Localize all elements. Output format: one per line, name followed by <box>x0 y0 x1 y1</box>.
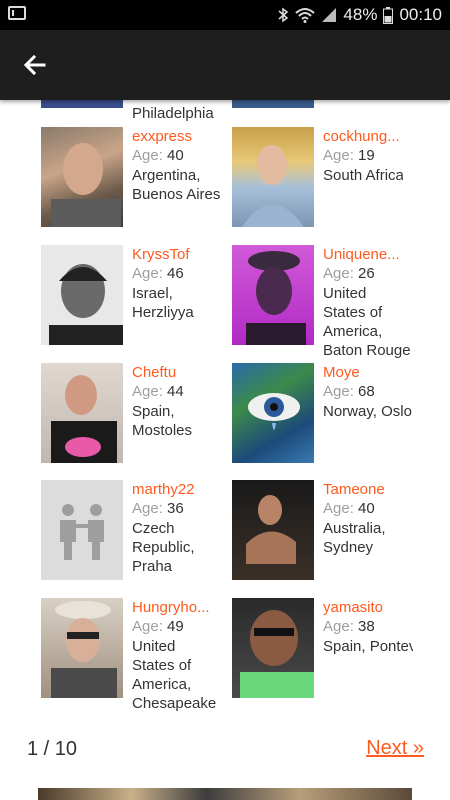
username[interactable]: Moye <box>323 364 412 381</box>
user-card[interactable]: Uniquene... Age: 26 United States of Ame… <box>232 245 412 359</box>
back-button[interactable] <box>20 50 50 80</box>
profile-photo[interactable] <box>232 598 314 698</box>
age-row: Age: 40 <box>132 147 184 164</box>
profile-photo[interactable] <box>232 245 314 345</box>
battery-icon <box>383 6 394 24</box>
username[interactable]: Cheftu <box>132 364 221 381</box>
username[interactable]: Tameone <box>323 481 412 498</box>
user-card[interactable]: marthy22 Age: 36 Czech Republic, Praha <box>41 480 221 590</box>
status-bar: 48% 00:10 <box>0 0 450 30</box>
clock: 00:10 <box>399 5 442 24</box>
profile-photo[interactable] <box>41 363 123 463</box>
pagination: 1 / 10 Next » <box>0 730 450 770</box>
age-value: 26 <box>358 265 375 282</box>
partial-photo <box>41 100 123 108</box>
age-value: 40 <box>167 147 184 164</box>
age-value: 38 <box>358 618 375 635</box>
user-card[interactable]: exxpress Age: 40 Argentina, Buenos Aires <box>41 127 221 237</box>
location: United States of America, Chesapeake <box>132 638 217 712</box>
age-row: Age: 49 <box>132 618 184 635</box>
location: Spain, Pontevedra <box>323 638 413 655</box>
age-row: Age: 36 <box>132 500 184 517</box>
age-label: Age: <box>132 500 163 517</box>
location: United States of America, Baton Rouge <box>323 285 411 359</box>
age-row: Age: 68 <box>323 383 375 400</box>
age-row: Age: 19 <box>323 147 375 164</box>
user-card[interactable]: Cheftu Age: 44 Spain, Mostoles <box>41 363 221 473</box>
age-label: Age: <box>323 147 354 164</box>
age-value: 49 <box>167 618 184 635</box>
profile-photo[interactable] <box>41 598 123 698</box>
age-label: Age: <box>323 500 354 517</box>
user-card[interactable]: Hungryho... Age: 49 United States of Ame… <box>41 598 221 712</box>
age-row: Age: 38 <box>323 618 375 635</box>
gmail-icon <box>8 6 26 20</box>
profile-photo[interactable] <box>232 127 314 227</box>
page-indicator: 1 / 10 <box>27 738 78 760</box>
location: Argentina, Buenos Aires <box>132 167 221 203</box>
next-page-link[interactable]: Next » <box>366 737 424 760</box>
age-value: 46 <box>167 265 184 282</box>
age-label: Age: <box>132 618 163 635</box>
username[interactable]: yamasito <box>323 599 412 616</box>
arrow-left-icon <box>23 54 46 76</box>
age-label: Age: <box>132 383 163 400</box>
bluetooth-icon <box>278 7 289 23</box>
wifi-icon <box>295 8 316 23</box>
profile-photo[interactable] <box>232 363 314 463</box>
age-value: 44 <box>167 383 184 400</box>
profile-photo[interactable] <box>41 127 123 227</box>
username[interactable]: cockhung... <box>323 128 412 145</box>
age-row: Age: 40 <box>323 500 375 517</box>
age-value: 19 <box>358 147 375 164</box>
battery-percent: 48% <box>343 5 378 24</box>
user-card[interactable]: KryssTof Age: 46 Israel, Herzliyya <box>41 245 221 355</box>
age-value: 68 <box>358 383 375 400</box>
username[interactable]: Hungryho... <box>132 599 221 616</box>
user-card[interactable]: Moye Age: 68 Norway, Oslo <box>232 363 412 473</box>
age-row: Age: 26 <box>323 265 375 282</box>
signal-icon <box>322 8 337 22</box>
location: Spain, Mostoles <box>132 403 193 439</box>
age-label: Age: <box>323 383 354 400</box>
placeholder-couple-icon <box>60 504 104 560</box>
age-label: Age: <box>132 265 163 282</box>
username[interactable]: Uniquene... <box>323 246 412 263</box>
location: Czech Republic, Praha <box>132 520 195 575</box>
age-label: Age: <box>323 265 354 282</box>
partial-photo <box>232 100 314 108</box>
partial-photo-strip <box>38 788 412 800</box>
age-row: Age: 44 <box>132 383 184 400</box>
app-bar <box>0 30 450 100</box>
age-value: 40 <box>358 500 375 517</box>
age-row: Age: 46 <box>132 265 184 282</box>
user-card[interactable]: yamasito Age: 38 Spain, Pontevedra <box>232 598 413 708</box>
username[interactable]: exxpress <box>132 128 221 145</box>
user-card[interactable]: cockhung... Age: 19 South Africa, Johann… <box>232 127 412 237</box>
location: Israel, Herzliyya <box>132 285 194 321</box>
username[interactable]: marthy22 <box>132 481 221 498</box>
age-label: Age: <box>323 618 354 635</box>
age-label: Age: <box>132 147 163 164</box>
age-value: 36 <box>167 500 184 517</box>
profile-photo[interactable] <box>41 245 123 345</box>
profile-photo[interactable] <box>232 480 314 580</box>
location: South Africa, Johannesbu <box>323 167 403 184</box>
status-icons: 48% 00:10 <box>277 5 442 25</box>
username[interactable]: KryssTof <box>132 246 221 263</box>
user-card[interactable]: Tameone Age: 40 Australia, Sydney <box>232 480 412 590</box>
user-grid: Philadelphia exxpress Age: 40 Argentina,… <box>0 100 450 800</box>
location: Norway, Oslo <box>323 403 412 420</box>
location: Australia, Sydney <box>323 520 386 556</box>
profile-photo[interactable] <box>41 480 123 580</box>
partial-location: Philadelphia <box>132 105 214 122</box>
